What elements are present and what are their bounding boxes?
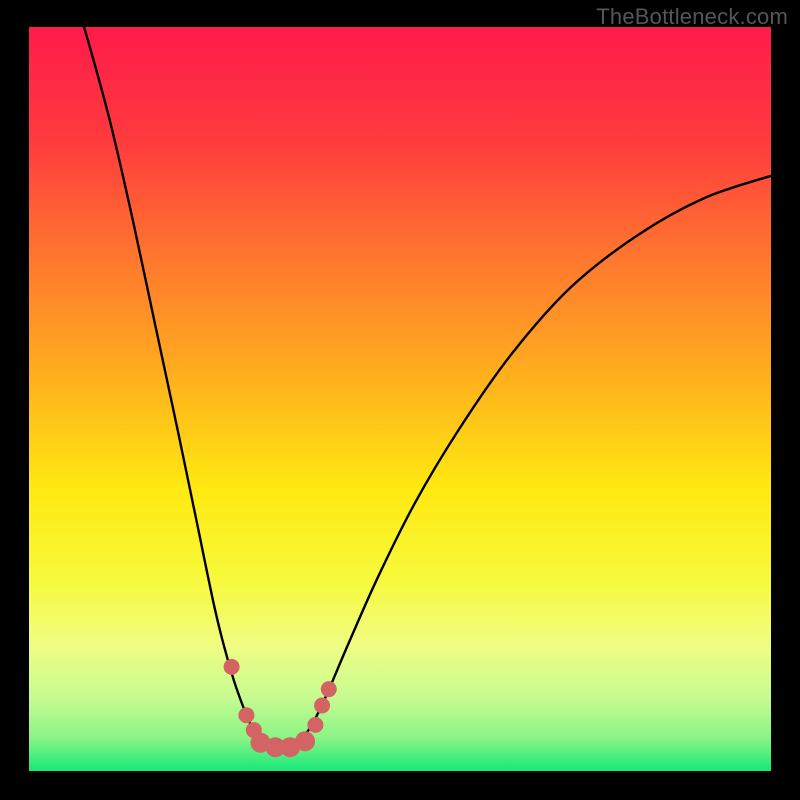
plot-area bbox=[0, 0, 800, 800]
data-marker bbox=[321, 681, 337, 697]
data-marker bbox=[224, 659, 240, 675]
data-marker bbox=[314, 698, 330, 714]
watermark-text: TheBottleneck.com bbox=[596, 4, 788, 30]
data-marker bbox=[238, 707, 254, 723]
data-marker bbox=[295, 731, 315, 751]
plot-background bbox=[29, 27, 771, 771]
data-marker bbox=[307, 717, 323, 733]
chart-frame: TheBottleneck.com bbox=[0, 0, 800, 800]
bottleneck-chart bbox=[0, 0, 800, 800]
